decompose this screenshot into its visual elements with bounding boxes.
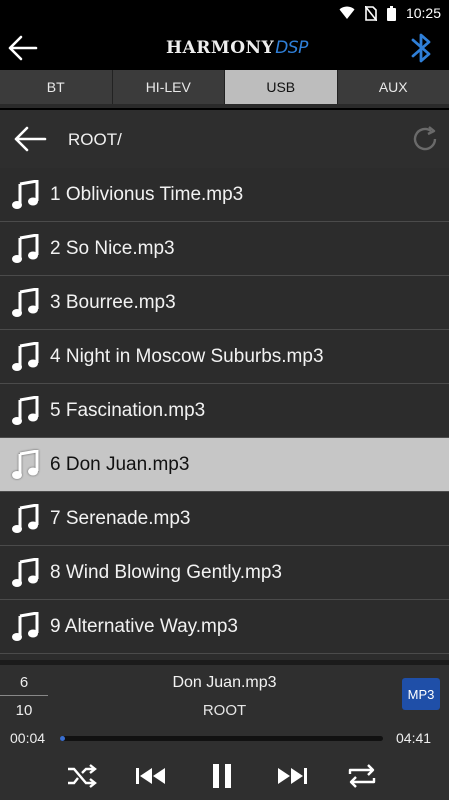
file-name: 1 Oblivionus Time.mp3	[50, 183, 244, 205]
logo-accent-text: DSP	[275, 38, 308, 58]
tab-hi-lev[interactable]: HI-LEV	[112, 70, 225, 104]
file-name: 3 Bourree.mp3	[50, 291, 176, 313]
now-playing-folder: ROOT	[202, 702, 247, 719]
total-duration: 04:41	[396, 730, 432, 746]
app-logo: HARMONY DSP	[166, 36, 308, 60]
file-name: 6 Don Juan.mp3	[50, 453, 190, 475]
status-time: 10:25	[405, 5, 441, 21]
music-note-icon	[0, 600, 50, 654]
music-note-icon	[0, 276, 50, 330]
seek-progress	[60, 736, 65, 741]
player-panel: 6 10 Don Juan.mp3 ROOT MP3 00:04 04:41	[0, 660, 449, 800]
file-list-item[interactable]: 6 Don Juan.mp3	[0, 438, 449, 492]
bluetooth-button[interactable]	[409, 30, 435, 66]
music-note-icon	[0, 492, 50, 546]
now-playing-title: Don Juan.mp3	[172, 674, 277, 691]
file-list-item[interactable]: 7 Serenade.mp3	[0, 492, 449, 546]
file-name: 5 Fascination.mp3	[50, 399, 206, 421]
file-name: 7 Serenade.mp3	[50, 507, 191, 529]
battery-icon	[386, 5, 396, 21]
shuffle-icon	[68, 764, 97, 788]
separator	[0, 104, 449, 108]
next-icon	[278, 768, 307, 784]
previous-icon	[136, 768, 165, 784]
pause-button[interactable]	[204, 758, 240, 794]
file-list-item[interactable]: 5 Fascination.mp3	[0, 384, 449, 438]
pause-icon	[213, 764, 231, 788]
tab-aux[interactable]: AUX	[337, 70, 449, 104]
music-note-icon	[0, 168, 50, 222]
file-list-item[interactable]: 8 Wind Blowing Gently.mp3	[0, 546, 449, 600]
music-note-icon	[0, 438, 50, 492]
wifi-icon	[339, 6, 355, 19]
music-note-icon	[0, 330, 50, 384]
total-tracks: 10	[15, 702, 33, 719]
elapsed-time: 00:04	[10, 730, 46, 746]
file-name: 8 Wind Blowing Gently.mp3	[50, 561, 282, 583]
playback-controls	[0, 758, 449, 794]
tab-usb[interactable]: USB	[225, 70, 338, 104]
shuffle-button[interactable]	[64, 758, 100, 794]
source-tabs: BT HI-LEV USB AUX	[0, 70, 449, 104]
folder-up-button[interactable]	[12, 124, 48, 154]
file-name: 4 Night in Moscow Suburbs.mp3	[50, 345, 324, 367]
no-sim-icon	[364, 5, 377, 21]
music-note-icon	[0, 222, 50, 276]
file-list-item[interactable]: 4 Night in Moscow Suburbs.mp3	[0, 330, 449, 384]
current-track-index: 6	[19, 674, 29, 691]
index-divider	[0, 695, 48, 696]
file-list-item[interactable]: 2 So Nice.mp3	[0, 222, 449, 276]
seek-bar[interactable]	[60, 736, 383, 741]
file-list-item[interactable]: 9 Alternative Way.mp3	[0, 600, 449, 654]
folder-path-bar: ROOT/	[0, 110, 449, 168]
file-list[interactable]: 1 Oblivionus Time.mp3 2 So Nice.mp3 3 Bour…	[0, 168, 449, 660]
logo-main-text: HARMONY	[166, 38, 275, 58]
header-back-button[interactable]	[6, 34, 40, 62]
refresh-button[interactable]	[410, 124, 440, 154]
format-badge: MP3	[402, 678, 440, 710]
file-list-item[interactable]: 3 Bourree.mp3	[0, 276, 449, 330]
refresh-icon	[413, 126, 437, 151]
music-note-icon	[0, 546, 50, 600]
repeat-button[interactable]	[344, 758, 380, 794]
file-name: 9 Alternative Way.mp3	[50, 615, 238, 637]
status-bar: 10:25	[0, 0, 449, 26]
bluetooth-icon	[411, 33, 431, 63]
repeat-icon	[348, 764, 376, 788]
back-arrow-icon	[14, 126, 47, 152]
back-arrow-icon	[8, 35, 38, 61]
file-list-item[interactable]: 1 Oblivionus Time.mp3	[0, 168, 449, 222]
folder-path: ROOT/	[68, 130, 122, 149]
next-button[interactable]	[274, 758, 310, 794]
app-header: HARMONY DSP	[0, 26, 449, 70]
player-separator	[0, 660, 449, 665]
tab-bt[interactable]: BT	[0, 70, 113, 104]
music-note-icon	[0, 384, 50, 438]
previous-button[interactable]	[133, 758, 169, 794]
file-name: 2 So Nice.mp3	[50, 237, 175, 259]
